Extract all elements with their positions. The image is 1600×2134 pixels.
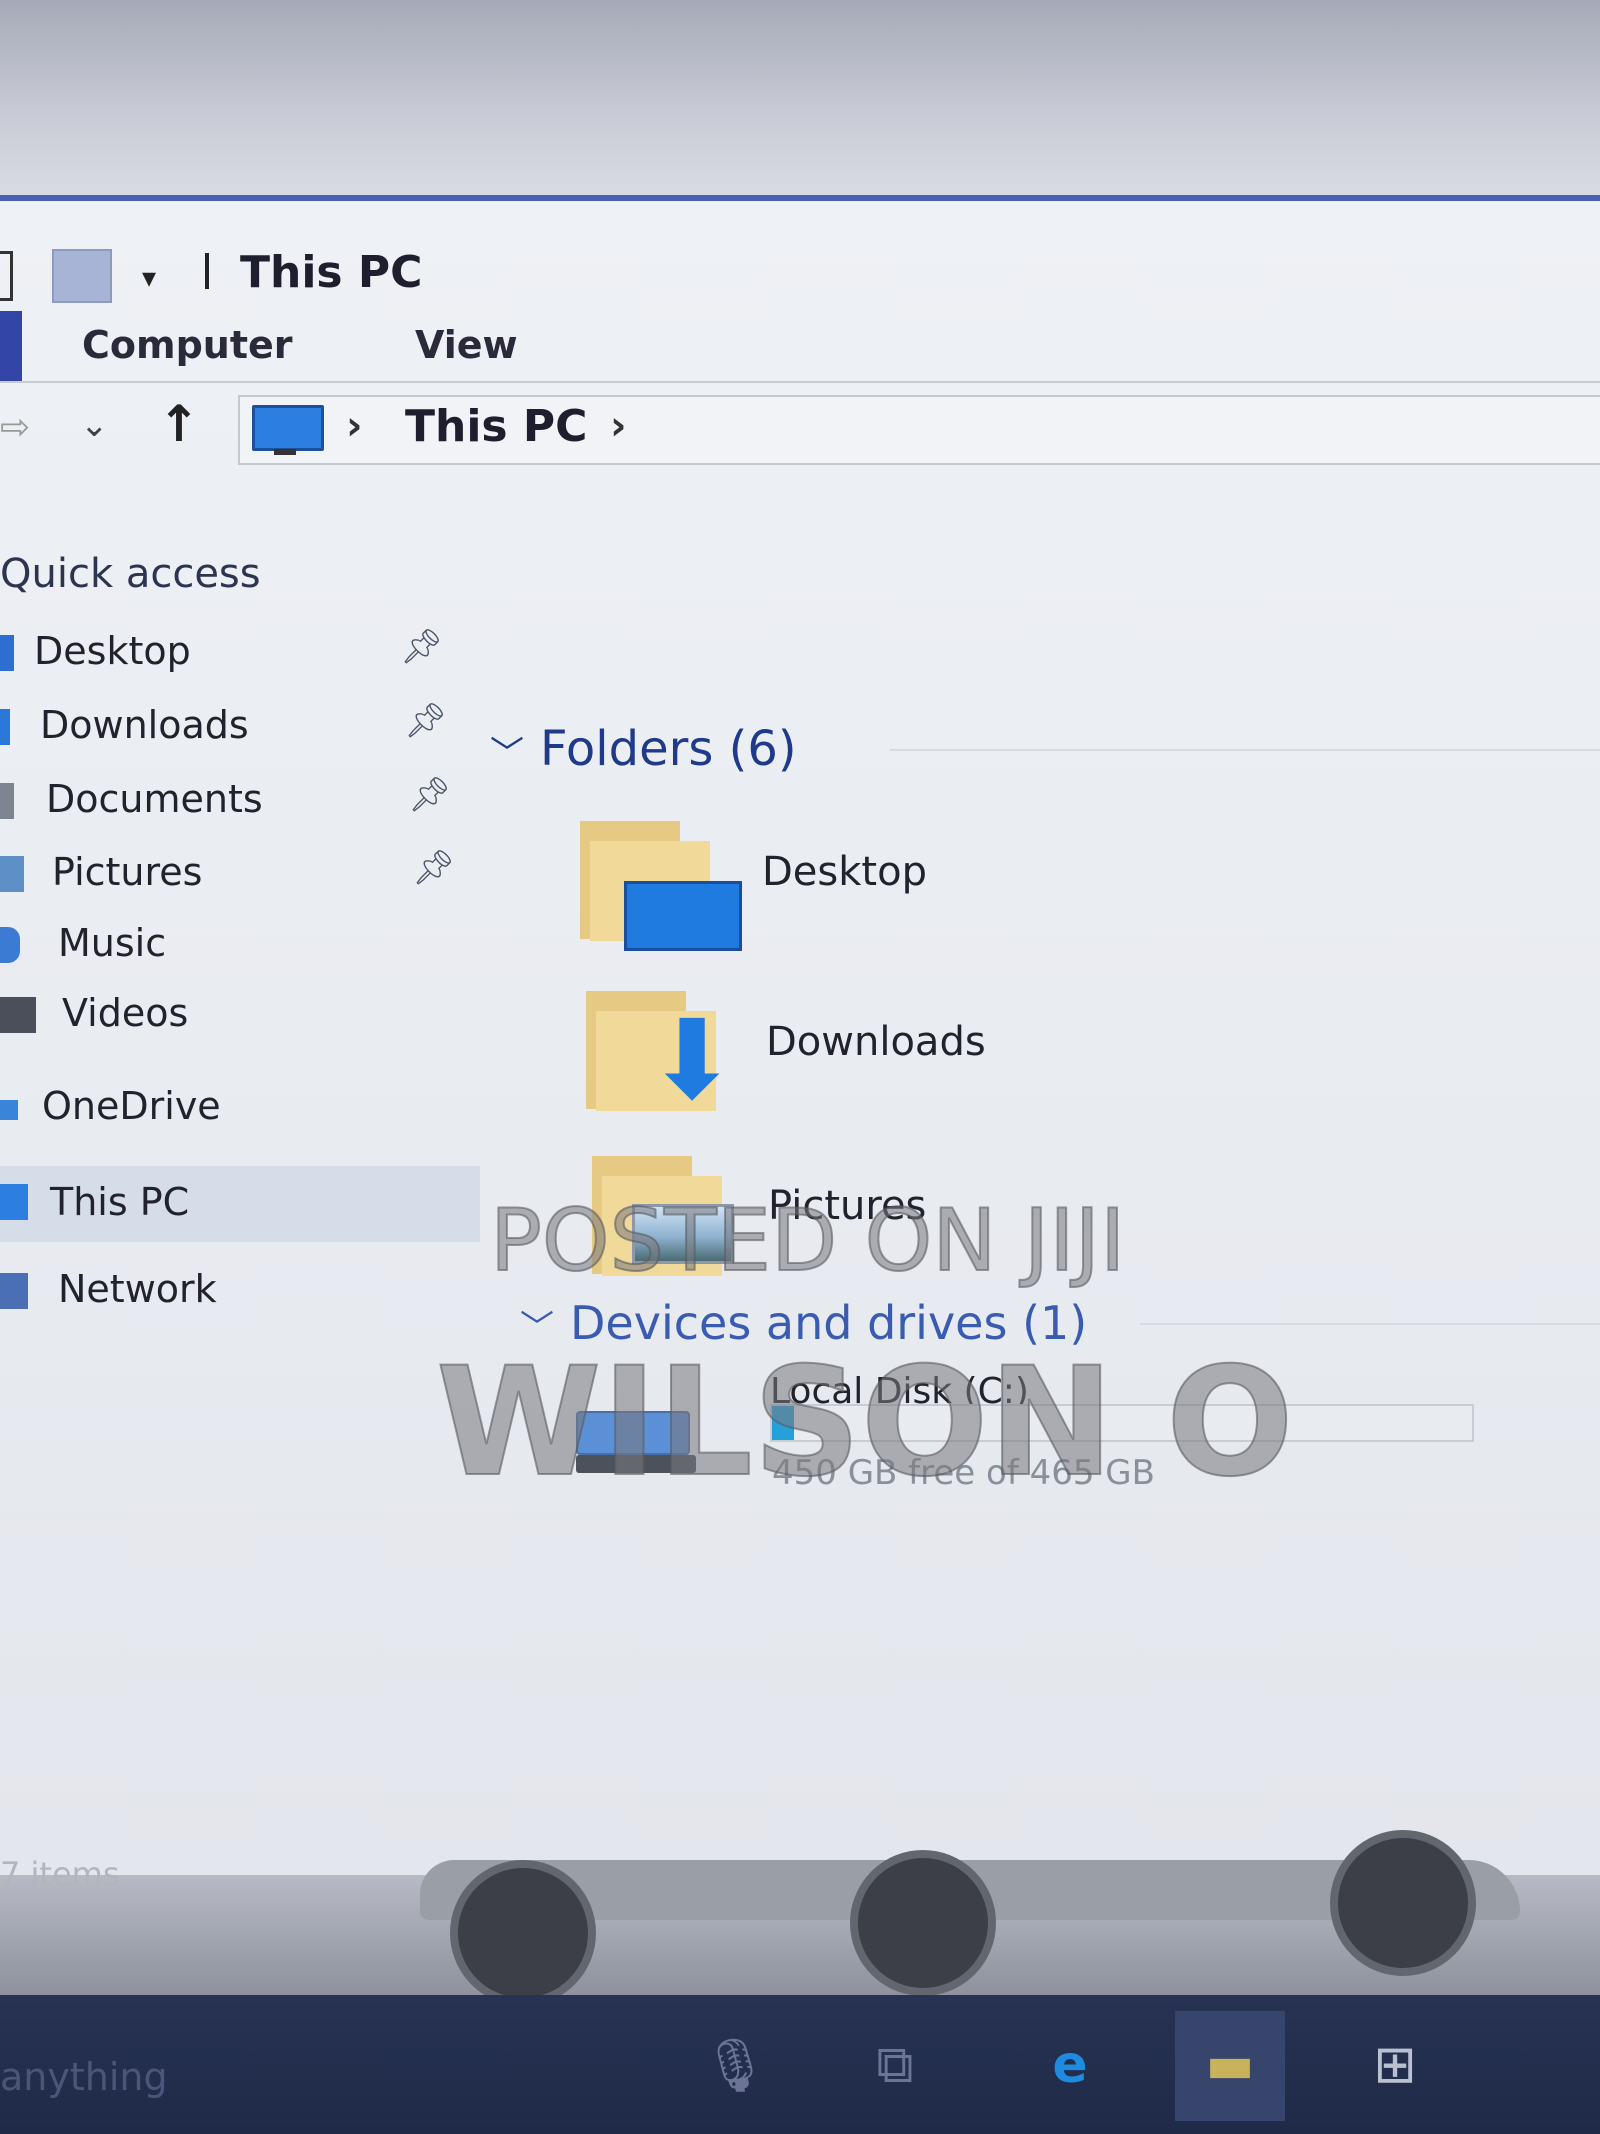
download-icon: [0, 709, 10, 745]
monitor-bezel: [0, 0, 1600, 195]
picture-icon: [0, 856, 24, 892]
breadcrumb-this-pc[interactable]: This PC: [405, 401, 587, 452]
forward-arrow-icon[interactable]: ⇨: [0, 407, 30, 448]
folder-tile-downloads[interactable]: ⬇: [586, 991, 746, 1115]
watermark-line2: WILSON O: [435, 1335, 1295, 1511]
folders-group-header[interactable]: ﹀ Folders (6): [490, 721, 797, 777]
document-icon: [0, 783, 14, 819]
wallpaper-wheel: [1330, 1830, 1476, 1976]
tab-view[interactable]: View: [415, 323, 518, 367]
nav-quick-access[interactable]: Quick access: [0, 551, 261, 597]
download-arrow-icon: ⬇: [646, 996, 739, 1124]
microphone-button[interactable]: 🎙︎: [680, 2011, 790, 2121]
task-view-icon: ⧉: [876, 2035, 914, 2095]
up-arrow-icon[interactable]: ↑: [158, 395, 200, 453]
folder-label-downloads[interactable]: Downloads: [766, 1019, 986, 1065]
microphone-icon: 🎙︎: [701, 2036, 768, 2096]
wallpaper-wheel: [850, 1850, 996, 1996]
sidebar-item-pictures[interactable]: Pictures 📌︎: [0, 842, 480, 906]
video-icon: [0, 997, 36, 1033]
sidebar-item-label: Network: [58, 1267, 217, 1311]
folder-tile-desktop[interactable]: [580, 821, 742, 951]
navigation-pane: Quick access Desktop 📌︎ Downloads 📌︎ Doc…: [0, 531, 480, 1581]
file-explorer-taskbar-button[interactable]: ▬: [1175, 2011, 1285, 2121]
pin-icon[interactable]: 📌︎: [408, 775, 451, 815]
group-divider: [1140, 1323, 1600, 1325]
taskbar-search-box[interactable]: anything: [0, 2055, 168, 2099]
sidebar-item-this-pc[interactable]: This PC: [0, 1166, 480, 1242]
store-icon: ⊞: [1373, 2035, 1417, 2095]
wallpaper-wheel: [450, 1860, 596, 2006]
sidebar-item-label: Music: [58, 921, 167, 965]
quick-access-toolbar-dropdown-icon[interactable]: ▾: [142, 261, 156, 294]
sidebar-item-videos[interactable]: Videos: [0, 983, 480, 1047]
tab-computer[interactable]: Computer: [82, 323, 293, 367]
watermark-line1: POSTED ON JIJI: [489, 1190, 1126, 1292]
music-icon: [0, 927, 20, 963]
file-explorer-window: ▾ This PC Computer View ⇨ ⌄ ↑ › This PC …: [0, 195, 1600, 1881]
sidebar-item-label: Downloads: [40, 703, 249, 747]
folders-group-title: Folders (6): [540, 721, 797, 777]
taskbar: anything 🎙︎ ⧉ e ▬ ⊞: [0, 1995, 1600, 2134]
pin-icon[interactable]: 📌︎: [400, 627, 443, 667]
sidebar-item-label: Pictures: [52, 850, 203, 894]
group-divider: [890, 749, 1600, 751]
address-bar: ⇨ ⌄ ↑ › This PC ›: [0, 389, 1600, 469]
sidebar-item-downloads[interactable]: Downloads 📌︎: [0, 695, 480, 759]
desktop-icon: [0, 635, 14, 671]
folder-icon: ▬: [1205, 2035, 1255, 2095]
sidebar-item-music[interactable]: Music: [0, 913, 480, 977]
sidebar-item-label: Documents: [46, 777, 263, 821]
sidebar-item-label: This PC: [50, 1180, 190, 1224]
this-pc-icon: [252, 405, 324, 451]
sidebar-item-desktop[interactable]: Desktop 📌︎: [0, 621, 480, 685]
recent-locations-chevron-icon[interactable]: ⌄: [80, 405, 109, 445]
pin-icon[interactable]: 📌︎: [404, 701, 447, 741]
status-bar-item-count: 7 items: [0, 1855, 120, 1893]
breadcrumb-chevron-icon[interactable]: ›: [346, 403, 362, 449]
onedrive-icon: [0, 1100, 18, 1120]
sidebar-item-onedrive[interactable]: OneDrive: [0, 1076, 480, 1140]
this-pc-icon: [0, 1184, 28, 1220]
sidebar-item-documents[interactable]: Documents 📌︎: [0, 769, 480, 833]
title-separator: [205, 253, 209, 289]
network-icon: [0, 1273, 28, 1309]
explorer-icon: [0, 251, 13, 301]
window-title: This PC: [240, 247, 423, 298]
sidebar-item-label: OneDrive: [42, 1084, 221, 1128]
edge-icon: e: [1052, 2035, 1088, 2095]
sidebar-item-network[interactable]: Network: [0, 1259, 480, 1323]
ribbon-tabs: Computer View: [0, 309, 1600, 383]
pin-icon[interactable]: 📌︎: [412, 848, 455, 888]
collapse-chevron-icon[interactable]: ﹀: [490, 734, 524, 774]
edge-browser-button[interactable]: e: [1015, 2011, 1125, 2121]
sidebar-item-label: Desktop: [34, 629, 191, 673]
desktop-screen-icon: [624, 881, 742, 951]
store-button[interactable]: ⊞: [1340, 2011, 1450, 2121]
sidebar-item-label: Videos: [62, 991, 189, 1035]
task-view-button[interactable]: ⧉: [840, 2011, 950, 2121]
file-tab[interactable]: [0, 311, 22, 381]
title-bar: ▾ This PC: [0, 221, 1600, 303]
address-field[interactable]: › This PC ›: [238, 395, 1600, 465]
properties-icon[interactable]: [52, 249, 112, 303]
this-pc-icon-stand: [274, 449, 296, 455]
folder-label-desktop[interactable]: Desktop: [762, 849, 927, 895]
breadcrumb-chevron-icon[interactable]: ›: [610, 403, 626, 449]
